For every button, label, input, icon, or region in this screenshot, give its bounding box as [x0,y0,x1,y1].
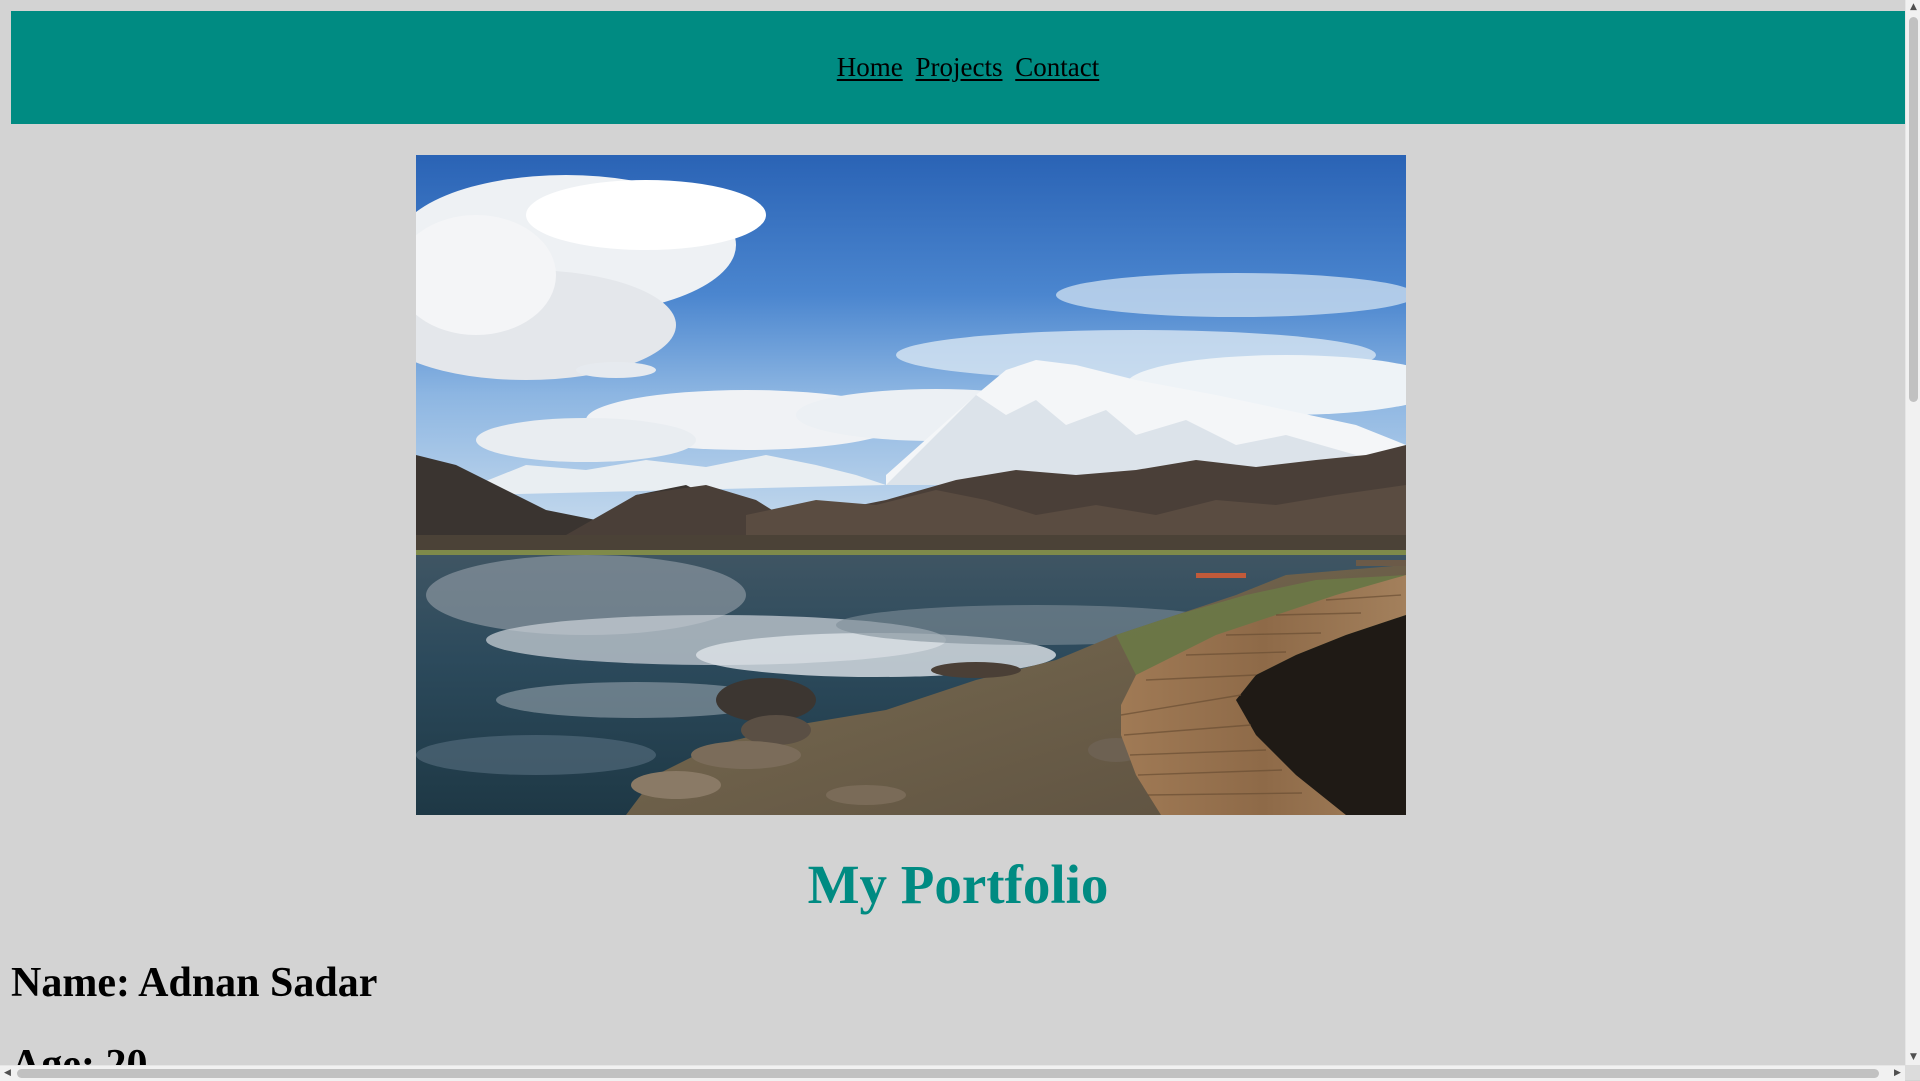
page-content: Home Projects Contact My Portfolio Name:… [11,11,1905,1065]
horizontal-scrollbar[interactable]: ◀ ▶ [0,1065,1905,1081]
scroll-up-icon[interactable]: ▲ [1906,0,1920,15]
nav-link-projects[interactable]: Projects [916,52,1003,82]
scrollbar-corner [1905,1065,1920,1080]
vertical-scrollbar[interactable]: ▲ ▼ [1905,0,1920,1065]
scroll-down-icon[interactable]: ▼ [1906,1050,1920,1065]
nav-link-contact[interactable]: Contact [1015,52,1099,82]
page-viewport: Home Projects Contact My Portfolio Name:… [0,0,1905,1065]
age-heading: Age: 20 [11,1042,148,1065]
top-navbar: Home Projects Contact [11,11,1905,124]
page-title: My Portfolio [807,854,1109,915]
name-heading: Name: Adnan Sadar [11,960,378,1006]
vertical-scroll-thumb[interactable] [1909,17,1918,402]
nav-link-home[interactable]: Home [837,52,903,82]
nav-links: Home Projects Contact [834,52,1102,83]
scroll-right-icon[interactable]: ▶ [1890,1066,1905,1081]
scroll-left-icon[interactable]: ◀ [0,1066,15,1081]
hero-image [416,155,1406,815]
horizontal-scroll-thumb[interactable] [17,1069,1879,1078]
